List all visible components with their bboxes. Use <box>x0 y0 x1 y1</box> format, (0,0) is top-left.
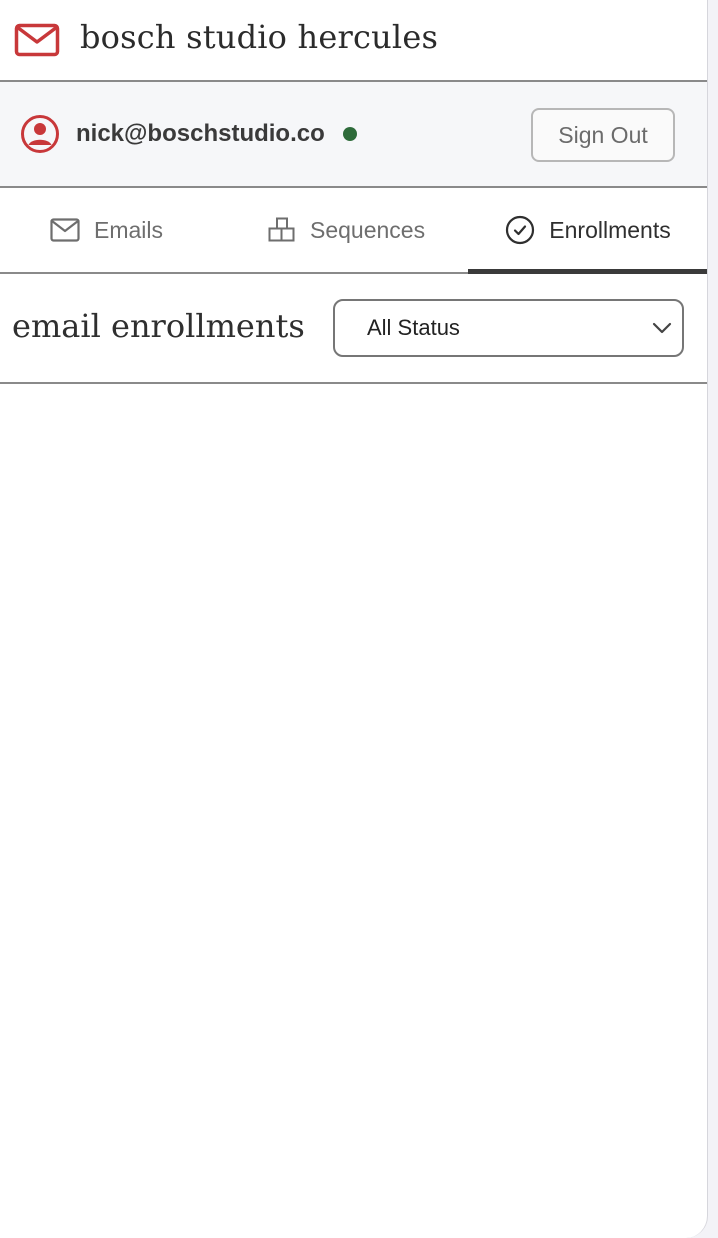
page-title: email enrollments <box>12 307 305 345</box>
status-filter-value: All Status <box>367 315 460 340</box>
extension-panel: bosch studio hercules nick@boschstudio.c… <box>0 0 708 1238</box>
blocks-icon <box>268 217 295 242</box>
user-bar: nick@boschstudio.co Sign Out <box>0 82 707 188</box>
check-circle-icon <box>506 215 535 245</box>
status-filter-select[interactable]: All Status <box>333 299 684 357</box>
user-circle-icon <box>21 115 59 153</box>
tab-sequences[interactable]: Sequences <box>268 188 425 272</box>
user-email: nick@boschstudio.co <box>76 120 325 147</box>
mail-icon <box>50 218 80 242</box>
chevron-down-icon <box>652 322 672 334</box>
tab-enrollments[interactable]: Enrollments <box>468 188 707 272</box>
tab-bar: Emails Sequences Enrollments <box>0 188 707 274</box>
tab-emails[interactable]: Emails <box>50 188 163 272</box>
online-status-dot <box>342 127 357 141</box>
mail-icon <box>14 23 60 57</box>
sign-out-button[interactable]: Sign Out <box>531 108 675 162</box>
tab-label: Sequences <box>310 216 426 243</box>
enrollments-toolbar: email enrollments All Status <box>0 274 707 384</box>
tab-label: Enrollments <box>549 216 671 243</box>
tab-label: Emails <box>94 216 164 243</box>
app-title: bosch studio hercules <box>80 18 439 56</box>
enrollments-list <box>0 384 707 1238</box>
app-header: bosch studio hercules <box>0 0 707 82</box>
